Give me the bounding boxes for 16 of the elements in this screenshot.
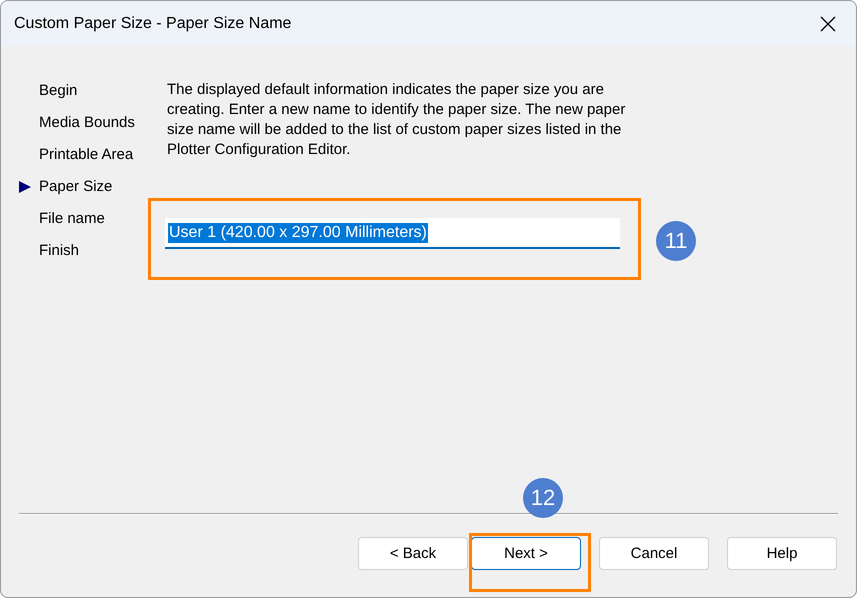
wizard-step: Media Bounds (39, 114, 135, 131)
dialog-button[interactable]: Help (727, 537, 837, 570)
paper-size-name-field[interactable]: User 1 (420.00 x 297.00 Millimeters) (165, 218, 620, 249)
dialog-button[interactable]: Cancel (599, 537, 709, 570)
wizard-step: Begin (39, 82, 78, 99)
wizard-step: Paper Size (39, 178, 112, 195)
description-text: The displayed default information indicates the paper size you are creating. Enter a new name to identify the paper size. The new paper size name will be added to the list of custom paper sizes listed in the Plotter Configuration Editor. (167, 80, 626, 160)
wizard-step: File name (39, 210, 105, 227)
window-title: Custom Paper Size - Paper Size Name (14, 14, 292, 32)
callout-badge: 12 (523, 478, 563, 518)
dialog-button[interactable]: Next > (471, 537, 581, 570)
callout-badge: 11 (656, 221, 696, 261)
wizard-step: Finish (39, 242, 80, 259)
dialog-button[interactable]: < Back (358, 537, 468, 570)
close-icon (820, 16, 836, 32)
wizard-step: Printable Area (39, 146, 134, 163)
